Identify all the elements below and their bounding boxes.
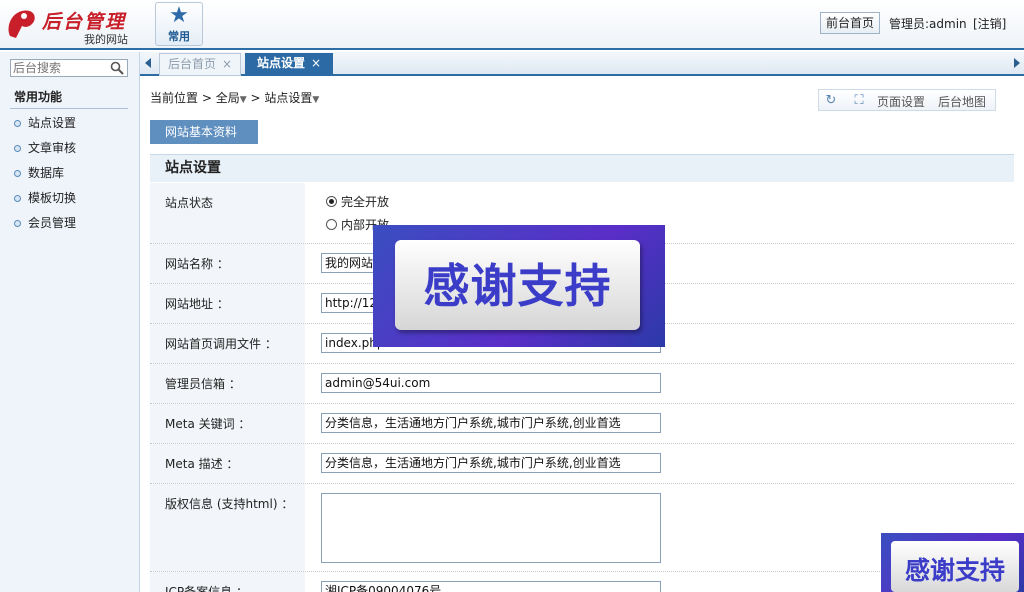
tab-scroll-left-icon[interactable]: [145, 58, 151, 68]
sidebar-menu: 站点设置 文章审核 数据库 模板切换 会员管理: [14, 115, 76, 240]
form-label: Meta 描述 ：: [150, 444, 305, 483]
tab-scroll-right-icon[interactable]: [1014, 58, 1020, 68]
logo[interactable]: 后台管理 我的网站: [2, 4, 142, 46]
chevron-down-icon[interactable]: ▼: [240, 95, 247, 105]
thanks-plate: 感谢支持: [395, 240, 640, 330]
form-label: 站点状态: [150, 183, 305, 243]
radio-fully-open[interactable]: 完全开放: [326, 194, 389, 217]
tab-label: 站点设置: [256, 56, 305, 70]
front-home-button[interactable]: 前台首页: [820, 12, 880, 34]
radio-unchecked-icon: [326, 219, 337, 230]
sidebar-item-article-review[interactable]: 文章审核: [14, 140, 76, 165]
nav-common-label: 常用: [168, 30, 190, 43]
sidebar-item-label: 模板切换: [28, 191, 77, 205]
tab-admin-home[interactable]: 后台首页 ×: [159, 53, 241, 76]
sidebar-item-label: 文章审核: [28, 141, 77, 155]
sidebar-item-database[interactable]: 数据库: [14, 165, 76, 190]
bullet-icon: [14, 220, 21, 227]
sidebar-item-member-management[interactable]: 会员管理: [14, 215, 76, 240]
breadcrumb-level2[interactable]: 站点设置: [264, 91, 312, 105]
close-icon[interactable]: ×: [311, 56, 321, 70]
form-row-meta-keywords: Meta 关键词 ： 分类信息，生活通地方门户系统,城市门户系统,创业首选: [150, 404, 1014, 444]
site-basic-info-tab[interactable]: 网站基本资料: [150, 120, 258, 144]
fullscreen-icon[interactable]: ⛶: [851, 93, 867, 109]
form-label: 管理员信箱 ：: [150, 364, 305, 403]
sitemap-link[interactable]: 后台地图: [938, 93, 986, 110]
thanks-text: 感谢支持: [904, 556, 1005, 585]
refresh-icon[interactable]: ↻: [823, 93, 839, 109]
form-label: 网站地址 ：: [150, 284, 305, 323]
thanks-text: 感谢支持: [423, 259, 612, 313]
nav-common-button[interactable]: ★ 常用: [155, 2, 203, 46]
page-toolbar: ↻ ⛶ 页面设置 后台地图: [818, 89, 996, 111]
sidebar-item-site-settings[interactable]: 站点设置: [14, 115, 76, 140]
meta-description-input[interactable]: 分类信息，生活通地方门户系统,城市门户系统,创业首选: [321, 453, 661, 473]
form-label: 版权信息 (支持html) ：: [150, 484, 305, 571]
admin-label: 管理员:admin: [889, 17, 967, 31]
sidebar-divider: [10, 108, 128, 109]
bullet-icon: [14, 195, 21, 202]
copyright-textarea[interactable]: [321, 493, 661, 563]
meta-keywords-input[interactable]: 分类信息，生活通地方门户系统,城市门户系统,创业首选: [321, 413, 661, 433]
thanks-overlay-small: 感谢支持: [881, 533, 1024, 592]
logo-title: 后台管理: [42, 11, 127, 33]
breadcrumb-prefix: 当前位置: [150, 91, 199, 105]
logout-link[interactable]: [注销]: [973, 15, 1006, 32]
breadcrumb: 当前位置 > 全局▼ > 站点设置▼: [150, 89, 319, 106]
form-row-meta-description: Meta 描述 ： 分类信息，生活通地方门户系统,城市门户系统,创业首选: [150, 444, 1014, 484]
search-input[interactable]: [11, 60, 105, 76]
form-label: ICP备案信息 ：: [150, 572, 305, 592]
breadcrumb-separator: >: [201, 91, 212, 105]
tab-bar: 后台首页 × 站点设置 ×: [140, 52, 1024, 76]
bullet-icon: [14, 120, 21, 127]
breadcrumb-separator: >: [250, 91, 261, 105]
radio-checked-icon: [326, 196, 337, 207]
page-settings-link[interactable]: 页面设置: [877, 93, 925, 110]
top-header: 后台管理 我的网站 ★ 常用 前台首页 管理员:admin [注销]: [0, 0, 1024, 50]
bullet-icon: [14, 145, 21, 152]
form-row-admin-email: 管理员信箱 ： admin@54ui.com: [150, 364, 1014, 404]
sidebar-item-label: 站点设置: [28, 116, 77, 130]
form-label: 网站名称 ：: [150, 244, 305, 283]
close-icon[interactable]: ×: [222, 57, 232, 71]
sidebar-item-template-switch[interactable]: 模板切换: [14, 190, 76, 215]
sidebar-section-title: 常用功能: [14, 90, 63, 104]
admin-email-input[interactable]: admin@54ui.com: [321, 373, 661, 393]
bullet-icon: [14, 170, 21, 177]
sidebar-search: [10, 59, 128, 77]
breadcrumb-level1[interactable]: 全局: [216, 91, 240, 105]
tab-label: 后台首页: [167, 57, 216, 71]
form-label: Meta 关键词 ：: [150, 404, 305, 443]
logo-subtitle: 我的网站: [84, 33, 128, 46]
search-icon[interactable]: [110, 61, 124, 75]
sidebar: 常用功能 站点设置 文章审核 数据库 模板切换 会员管理: [0, 52, 140, 592]
form-label: 网站首页调用文件 ：: [150, 324, 305, 363]
sidebar-item-label: 会员管理: [28, 216, 77, 230]
section-title: 站点设置: [150, 154, 1014, 182]
chevron-down-icon[interactable]: ▼: [312, 95, 319, 105]
thanks-plate: 感谢支持: [891, 541, 1019, 592]
radio-label: 完全开放: [341, 195, 390, 209]
tab-site-settings[interactable]: 站点设置 ×: [245, 53, 333, 76]
logo-mark-icon: [8, 10, 35, 38]
sidebar-item-label: 数据库: [28, 166, 65, 180]
thanks-overlay-large: 感谢支持: [373, 225, 665, 347]
star-icon: ★: [169, 3, 189, 28]
icp-input[interactable]: 湘ICP备09004076号: [321, 581, 661, 592]
